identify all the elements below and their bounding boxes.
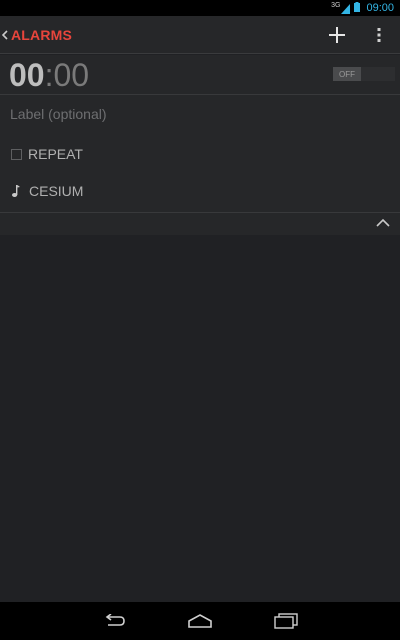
alarm-card: 00:00 OFF Label (optional) REPEAT CESIUM [0,55,400,235]
alarm-label-field[interactable]: Label (optional) [10,106,107,122]
page-title[interactable]: ALARMS [11,27,72,43]
signal-icon [341,3,351,14]
alarm-hours: 00 [9,57,45,93]
overflow-menu-icon [377,27,381,42]
repeat-checkbox-row[interactable]: REPEAT [11,146,83,162]
back-icon [105,614,125,626]
nav-back-button[interactable] [71,602,157,640]
home-icon [188,614,212,628]
alarm-minutes: 00 [53,57,90,93]
add-alarm-button[interactable] [316,16,358,54]
overflow-menu-button[interactable] [358,16,400,54]
repeat-label: REPEAT [28,146,83,162]
up-chevron-icon[interactable] [2,29,10,40]
recents-icon [274,613,298,629]
status-time: 09:00 [366,2,394,14]
music-note-icon [12,185,20,197]
ringtone-row[interactable]: CESIUM [11,183,83,199]
status-bar: 3G 09:00 [0,0,400,16]
alarm-onoff-toggle[interactable]: OFF [333,67,395,81]
nav-recents-button[interactable] [243,602,329,640]
network-type: 3G [331,1,341,9]
ringtone-label: CESIUM [29,183,84,199]
alarm-time[interactable]: 00:00 [9,57,89,93]
repeat-checkbox[interactable] [11,148,22,160]
toggle-state-label: OFF [333,67,361,81]
battery-icon [354,1,361,15]
plus-icon [329,26,345,43]
action-bar: ALARMS [0,16,400,54]
navigation-bar [0,602,400,640]
alarm-time-row: 00:00 OFF [0,55,400,95]
nav-home-button[interactable] [157,602,243,640]
alarm-card-footer [0,212,400,235]
chevron-up-icon[interactable] [376,218,390,228]
